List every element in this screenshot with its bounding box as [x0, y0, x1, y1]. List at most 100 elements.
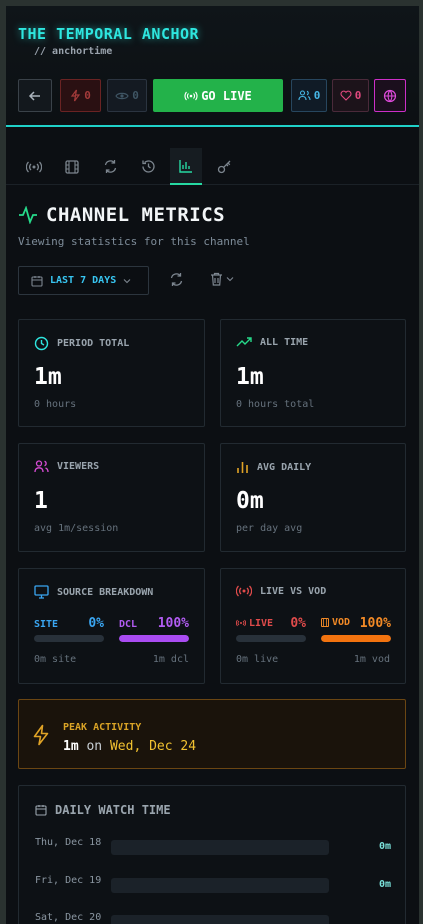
go-live-label: GO LIVE	[201, 88, 252, 103]
dcl-label: DCL	[119, 619, 138, 630]
daily-row-track	[111, 915, 329, 924]
film-icon	[65, 159, 79, 174]
dcl-note: 1m dcl	[152, 654, 189, 665]
monitor-icon	[34, 585, 49, 599]
live-label-text: LIVE	[249, 617, 274, 629]
vod-bar-group: VOD 100%	[321, 616, 391, 642]
site-bar-group: SITE 0%	[34, 616, 104, 642]
period-total-label-text: PERIOD TOTAL	[57, 338, 130, 349]
site-percent: 0%	[88, 616, 104, 631]
tab-live[interactable]	[18, 148, 50, 185]
dcl-bar-group: DCL 100%	[119, 616, 189, 642]
dcl-bar-track	[119, 635, 189, 642]
channel-header: THE TEMPORAL ANCHOR // anchortime 0 0 GO…	[6, 6, 419, 127]
avg-daily-label-text: AVG DAILY	[257, 461, 312, 473]
vod-bar-fill	[321, 635, 391, 642]
daily-watch-time-title: DAILY WATCH TIME	[35, 803, 171, 817]
activity-icon	[19, 206, 37, 224]
avg-daily-note: per day avg	[236, 523, 303, 534]
refresh-button[interactable]	[169, 272, 184, 287]
daily-row-value: 0m	[378, 841, 391, 852]
likes-button[interactable]: 0	[332, 79, 369, 112]
daily-row-date: Thu, Dec 18	[35, 837, 102, 848]
date-range-dropdown[interactable]: LAST 7 DAYS	[18, 266, 149, 295]
broadcast-icon	[236, 619, 246, 627]
peak-amount: 1m	[63, 739, 79, 754]
peak-connector: on	[86, 739, 103, 754]
trash-icon	[211, 272, 222, 286]
daily-row: Thu, Dec 18 0m	[35, 835, 391, 867]
peak-activity-summary: 1m on Wed, Dec 24	[63, 739, 196, 754]
lightning-icon	[33, 724, 49, 746]
section-title-text: CHANNEL METRICS	[46, 204, 226, 226]
clear-data-dropdown[interactable]	[210, 272, 234, 286]
eye-count: 0	[132, 89, 139, 102]
viewers-label-text: VIEWERS	[57, 461, 100, 472]
live-bar-group: LIVE 0%	[236, 616, 306, 642]
live-vs-vod-label-text: LIVE VS VOD	[260, 585, 327, 597]
daily-row-track	[111, 878, 329, 893]
daily-row-date: Fri, Dec 19	[35, 875, 102, 886]
live-bar-track	[236, 635, 306, 642]
flash-button[interactable]: 0	[60, 79, 101, 112]
broadcast-icon	[184, 91, 198, 100]
users-count: 0	[313, 89, 321, 102]
calendar-icon	[31, 275, 43, 287]
heart-icon	[340, 90, 352, 101]
broadcast-icon	[236, 585, 252, 597]
vod-percent: 100%	[359, 616, 391, 631]
all-time-label: ALL TIME	[236, 336, 308, 348]
tab-history[interactable]	[132, 148, 164, 185]
avg-daily-value: 0m	[236, 488, 264, 514]
bar-chart-icon	[237, 462, 248, 473]
daily-row: Fri, Dec 19 0m	[35, 873, 391, 905]
arrow-left-icon	[28, 90, 40, 101]
source-breakdown-label-text: SOURCE BREAKDOWN	[57, 586, 154, 598]
peak-activity-card: PEAK ACTIVITY 1m on Wed, Dec 24	[18, 699, 406, 769]
period-total-card: PERIOD TOTAL 1m 0 hours	[18, 319, 205, 427]
bar-chart-icon	[179, 159, 192, 173]
eye-icon	[115, 92, 129, 99]
site-note: 0m site	[34, 654, 77, 665]
tab-videos[interactable]	[56, 148, 88, 185]
date-range-label: LAST 7 DAYS	[50, 275, 117, 286]
public-toggle-button[interactable]	[374, 79, 406, 112]
period-total-value: 1m	[34, 364, 62, 390]
tab-sync[interactable]	[94, 148, 126, 185]
avg-daily-card: AVG DAILY 0m per day avg	[220, 443, 406, 552]
dcl-bar-fill	[119, 635, 189, 642]
live-vs-vod-card: LIVE VS VOD LIVE 0% VOD 100% 0m live 1m …	[220, 568, 406, 684]
channel-handle: // anchortime	[34, 46, 113, 57]
trending-up-icon	[236, 337, 252, 347]
tab-metrics[interactable]	[170, 148, 202, 185]
viewers-note: avg 1m/session	[34, 523, 119, 534]
all-time-label-text: ALL TIME	[260, 336, 309, 348]
source-breakdown-card: SOURCE BREAKDOWN SITE 0% DCL 100% 0m sit…	[18, 568, 205, 684]
followers-button[interactable]: 0	[291, 79, 327, 112]
avg-daily-label: AVG DAILY	[236, 460, 311, 474]
period-total-label: PERIOD TOTAL	[34, 336, 129, 351]
calendar-icon	[35, 805, 47, 816]
viewers-card: VIEWERS 1 avg 1m/session	[18, 443, 205, 552]
daily-row-track	[111, 840, 329, 855]
daily-row-date: Sat, Dec 20	[35, 912, 102, 923]
site-bar-track	[34, 635, 104, 642]
period-total-note: 0 hours	[34, 399, 77, 410]
film-icon	[321, 618, 329, 627]
back-button[interactable]	[18, 79, 52, 112]
globe-icon	[383, 89, 397, 102]
flash-count: 0	[84, 89, 91, 102]
section-subtitle: Viewing statistics for this channel	[18, 235, 250, 248]
chevron-down-icon	[123, 278, 131, 283]
broadcast-icon	[26, 161, 42, 172]
live-percent: 0%	[290, 616, 306, 631]
vod-note: 1m vod	[353, 654, 390, 665]
tab-keys[interactable]	[208, 148, 240, 185]
go-live-button[interactable]: GO LIVE	[153, 79, 283, 112]
source-breakdown-label: SOURCE BREAKDOWN	[34, 585, 153, 599]
viewers-toggle-button[interactable]: 0	[107, 79, 147, 112]
daily-watch-time-title-text: DAILY WATCH TIME	[55, 803, 171, 817]
live-note: 0m live	[236, 654, 279, 665]
vod-bar-track	[321, 635, 391, 642]
refresh-icon	[104, 160, 116, 173]
